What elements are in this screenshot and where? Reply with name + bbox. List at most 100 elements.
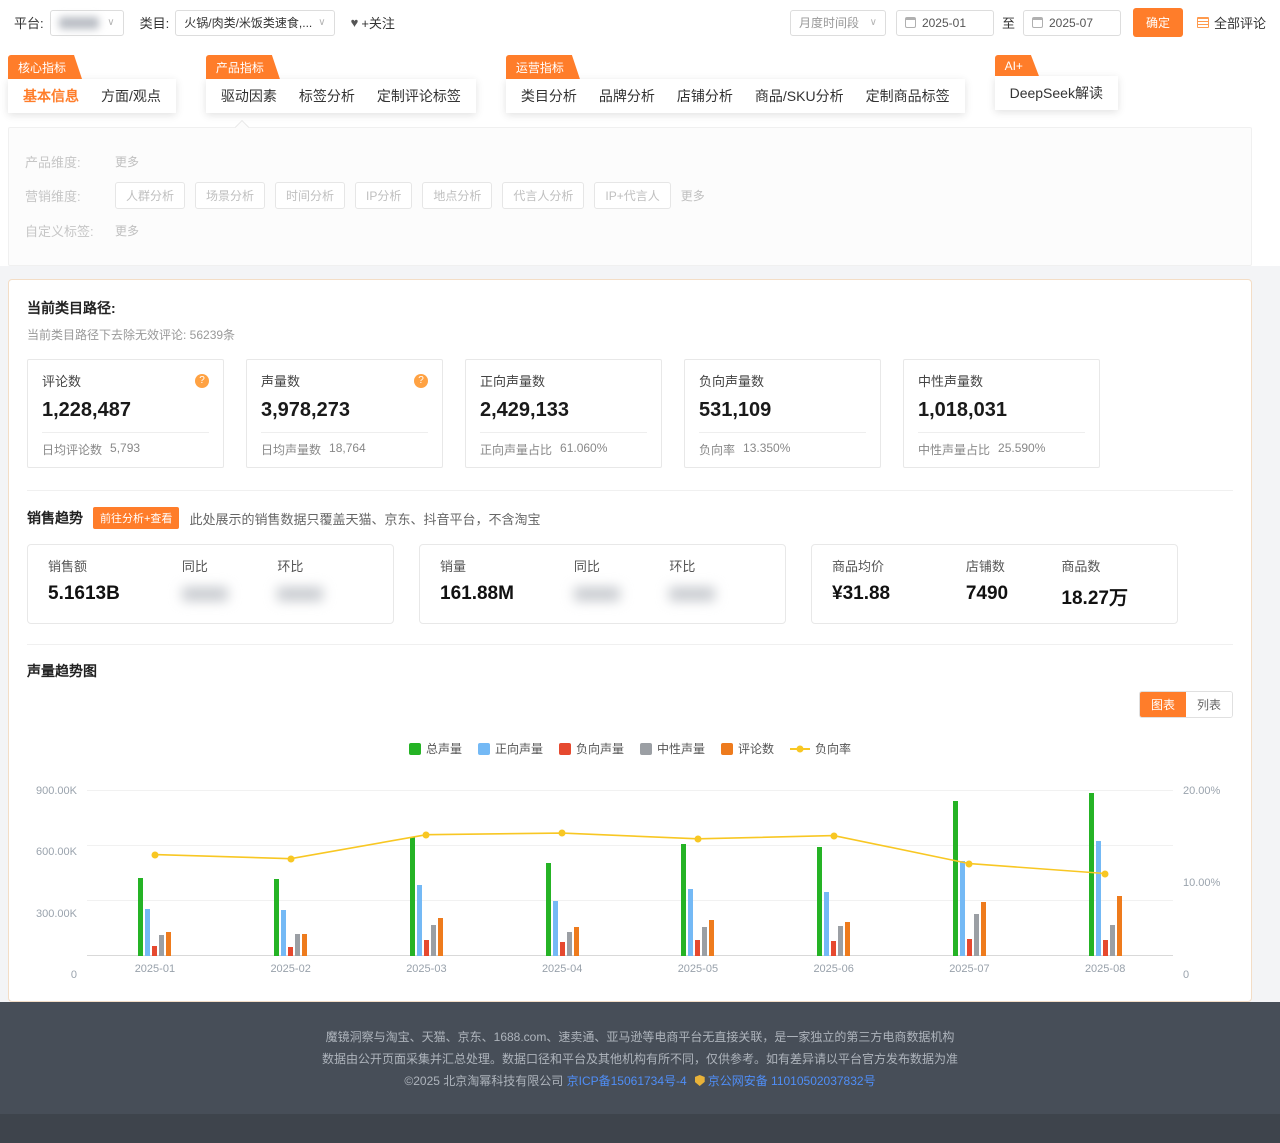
date-start-input[interactable]: 2025-01	[896, 10, 994, 36]
x-axis-label: 2025-08	[1037, 963, 1173, 975]
blurred-value	[182, 587, 228, 601]
negative-rate-line	[87, 791, 1173, 956]
y-axis-left: 900.00K 600.00K 300.00K 0	[27, 791, 87, 975]
platform-label: 平台:	[14, 13, 44, 32]
more-button[interactable]: 更多	[115, 222, 139, 239]
tab-custom-product-labels[interactable]: 定制商品标签	[866, 86, 950, 106]
metric-card-negative-volume: 负向声量数 531,109 负向率 13.350%	[684, 359, 881, 468]
date-end-input[interactable]: 2025-07	[1023, 10, 1121, 36]
follow-label: +关注	[361, 13, 395, 32]
metric-sub-value: 61.060%	[560, 441, 607, 458]
stat-yoy: 同比	[182, 556, 278, 610]
line-point-2025-07[interactable]	[966, 860, 973, 867]
volume-trend-section: 声量趋势图 图表 列表 总声量正向声量负向声量中性声量评论数负向率 900.00…	[27, 645, 1233, 975]
tab-deepseek-interpretation[interactable]: DeepSeek解读	[1010, 83, 1103, 103]
tab-label-analysis[interactable]: 标签分析	[299, 86, 355, 106]
sales-amount-box: 销售额 5.1613B 同比 环比	[27, 544, 394, 624]
nav-groups: 核心指标 基本信息 方面/观点 产品指标 驱动因素 标签分析 定制评论标签 运营…	[0, 45, 1280, 113]
chart-plot	[87, 791, 1173, 956]
tab-product-sku-analysis[interactable]: 商品/SKU分析	[755, 86, 844, 106]
all-comments-button[interactable]: 全部评论	[1197, 13, 1266, 32]
nav-group-ai: AI+ DeepSeek解读	[995, 55, 1118, 113]
more-button[interactable]: 更多	[681, 187, 705, 204]
period-type-select[interactable]: 月度时间段 ∨	[790, 10, 886, 36]
topbar: 平台: ∨ 类目: 火锅/肉类/米饭类速食,... ∨ ♥ +关注 月度时间段 …	[0, 0, 1280, 45]
chevron-down-icon: ∨	[107, 17, 114, 28]
toggle-chart-view[interactable]: 图表	[1140, 692, 1186, 717]
legend-item-负向声量[interactable]: 负向声量	[559, 740, 624, 757]
filter-row-marketing-dimension: 营销维度: 人群分析 场景分析 时间分析 IP分析 地点分析 代言人分析 IP+…	[25, 182, 1235, 209]
tab-category-analysis[interactable]: 类目分析	[521, 86, 577, 106]
calendar-icon	[1032, 17, 1043, 28]
icp-link[interactable]: 京ICP备15061734号-4	[567, 1074, 687, 1088]
stat-mom: 环比	[277, 556, 373, 610]
comment-list-icon	[1197, 17, 1209, 28]
filter-item-ip-spokesperson[interactable]: IP+代言人	[594, 182, 670, 209]
help-icon[interactable]: ?	[195, 374, 209, 388]
filter-item-time-analysis[interactable]: 时间分析	[275, 182, 345, 209]
footer-bottom-strip	[0, 1114, 1280, 1143]
line-point-2025-08[interactable]	[1102, 870, 1109, 877]
legend-item-负向率[interactable]: 负向率	[790, 740, 851, 757]
metric-label: 声量数	[261, 371, 300, 390]
line-point-2025-04[interactable]	[559, 830, 566, 837]
confirm-button[interactable]: 确定	[1133, 8, 1183, 37]
gongan-badge-icon	[695, 1075, 705, 1086]
gongan-link[interactable]: 京公网安备 11010502037832号	[708, 1074, 876, 1088]
filter-item-location-analysis[interactable]: 地点分析	[422, 182, 492, 209]
line-point-2025-02[interactable]	[287, 855, 294, 862]
line-point-2025-03[interactable]	[423, 831, 430, 838]
follow-button[interactable]: ♥ +关注	[351, 13, 395, 32]
filter-label: 产品维度:	[25, 152, 105, 171]
product-stats-box: 商品均价 ¥31.88 店铺数 7490 商品数 18.27万	[811, 544, 1178, 624]
metric-value: 1,228,487	[42, 399, 209, 422]
legend-swatch	[559, 743, 571, 755]
toggle-list-view[interactable]: 列表	[1186, 692, 1232, 717]
metric-label: 中性声量数	[918, 371, 983, 390]
tab-brand-analysis[interactable]: 品牌分析	[599, 86, 655, 106]
legend-item-中性声量[interactable]: 中性声量	[640, 740, 705, 757]
line-point-2025-05[interactable]	[694, 835, 701, 842]
go-analyze-button[interactable]: 前往分析+查看	[93, 507, 179, 529]
more-button[interactable]: 更多	[115, 153, 139, 170]
metric-cards: 评论数 ? 1,228,487 日均评论数 5,793 声量数 ? 3,978,…	[27, 359, 1233, 491]
metric-card-positive-volume: 正向声量数 2,429,133 正向声量占比 61.060%	[465, 359, 662, 468]
tab-shop-analysis[interactable]: 店铺分析	[677, 86, 733, 106]
metric-card-neutral-volume: 中性声量数 1,018,031 中性声量占比 25.590%	[903, 359, 1100, 468]
tab-basic-info[interactable]: 基本信息	[23, 86, 79, 106]
all-comments-label: 全部评论	[1214, 13, 1266, 32]
legend-item-总声量[interactable]: 总声量	[409, 740, 462, 757]
metric-sub-value: 13.350%	[743, 441, 790, 458]
metric-card-comments: 评论数 ? 1,228,487 日均评论数 5,793	[27, 359, 224, 468]
category-select[interactable]: 火锅/肉类/米饭类速食,... ∨	[175, 10, 334, 36]
tab-aspect-opinion[interactable]: 方面/观点	[101, 86, 161, 106]
sales-trend-section: 销售趋势 前往分析+查看 此处展示的销售数据只覆盖天猫、京东、抖音平台，不含淘宝…	[27, 491, 1233, 645]
metric-label: 负向声量数	[699, 371, 764, 390]
filter-item-spokesperson-analysis[interactable]: 代言人分析	[502, 182, 584, 209]
stat-sales-amount: 销售额 5.1613B	[48, 556, 182, 610]
legend-item-正向声量[interactable]: 正向声量	[478, 740, 543, 757]
category-value: 火锅/肉类/米饭类速食,...	[184, 14, 312, 31]
nav-tag-operation-metrics: 运营指标	[506, 55, 580, 79]
platform-select[interactable]: ∨	[50, 10, 124, 36]
metric-label: 正向声量数	[480, 371, 545, 390]
footer-copyright-line: ©2025 北京淘幂科技有限公司 京ICP备15061734号-4京公网安备 1…	[0, 1070, 1280, 1092]
filter-item-ip-analysis[interactable]: IP分析	[355, 182, 412, 209]
line-point-2025-01[interactable]	[151, 851, 158, 858]
help-icon[interactable]: ?	[414, 374, 428, 388]
category-path-subtitle: 当前类目路径下去除无效评论: 56239条	[27, 326, 1233, 343]
footer-line1: 魔镜洞察与淘宝、天猫、京东、1688.com、速卖通、亚马逊等电商平台无直接关联…	[0, 1026, 1280, 1048]
metric-sub-label: 日均评论数	[42, 441, 102, 458]
sales-quantity-box: 销量 161.88M 同比 环比	[419, 544, 786, 624]
filter-item-crowd-analysis[interactable]: 人群分析	[115, 182, 185, 209]
line-point-2025-06[interactable]	[830, 832, 837, 839]
legend-item-评论数[interactable]: 评论数	[721, 740, 774, 757]
filter-item-scene-analysis[interactable]: 场景分析	[195, 182, 265, 209]
tab-driving-factors[interactable]: 驱动因素	[221, 86, 277, 106]
tab-custom-comment-labels[interactable]: 定制评论标签	[377, 86, 461, 106]
volume-trend-chart: 900.00K 600.00K 300.00K 0	[27, 791, 1233, 975]
metric-value: 3,978,273	[261, 399, 428, 422]
content-zone: 当前类目路径: 当前类目路径下去除无效评论: 56239条 评论数 ? 1,22…	[0, 266, 1280, 1002]
metric-value: 2,429,133	[480, 399, 647, 422]
stat-yoy: 同比	[574, 556, 670, 610]
